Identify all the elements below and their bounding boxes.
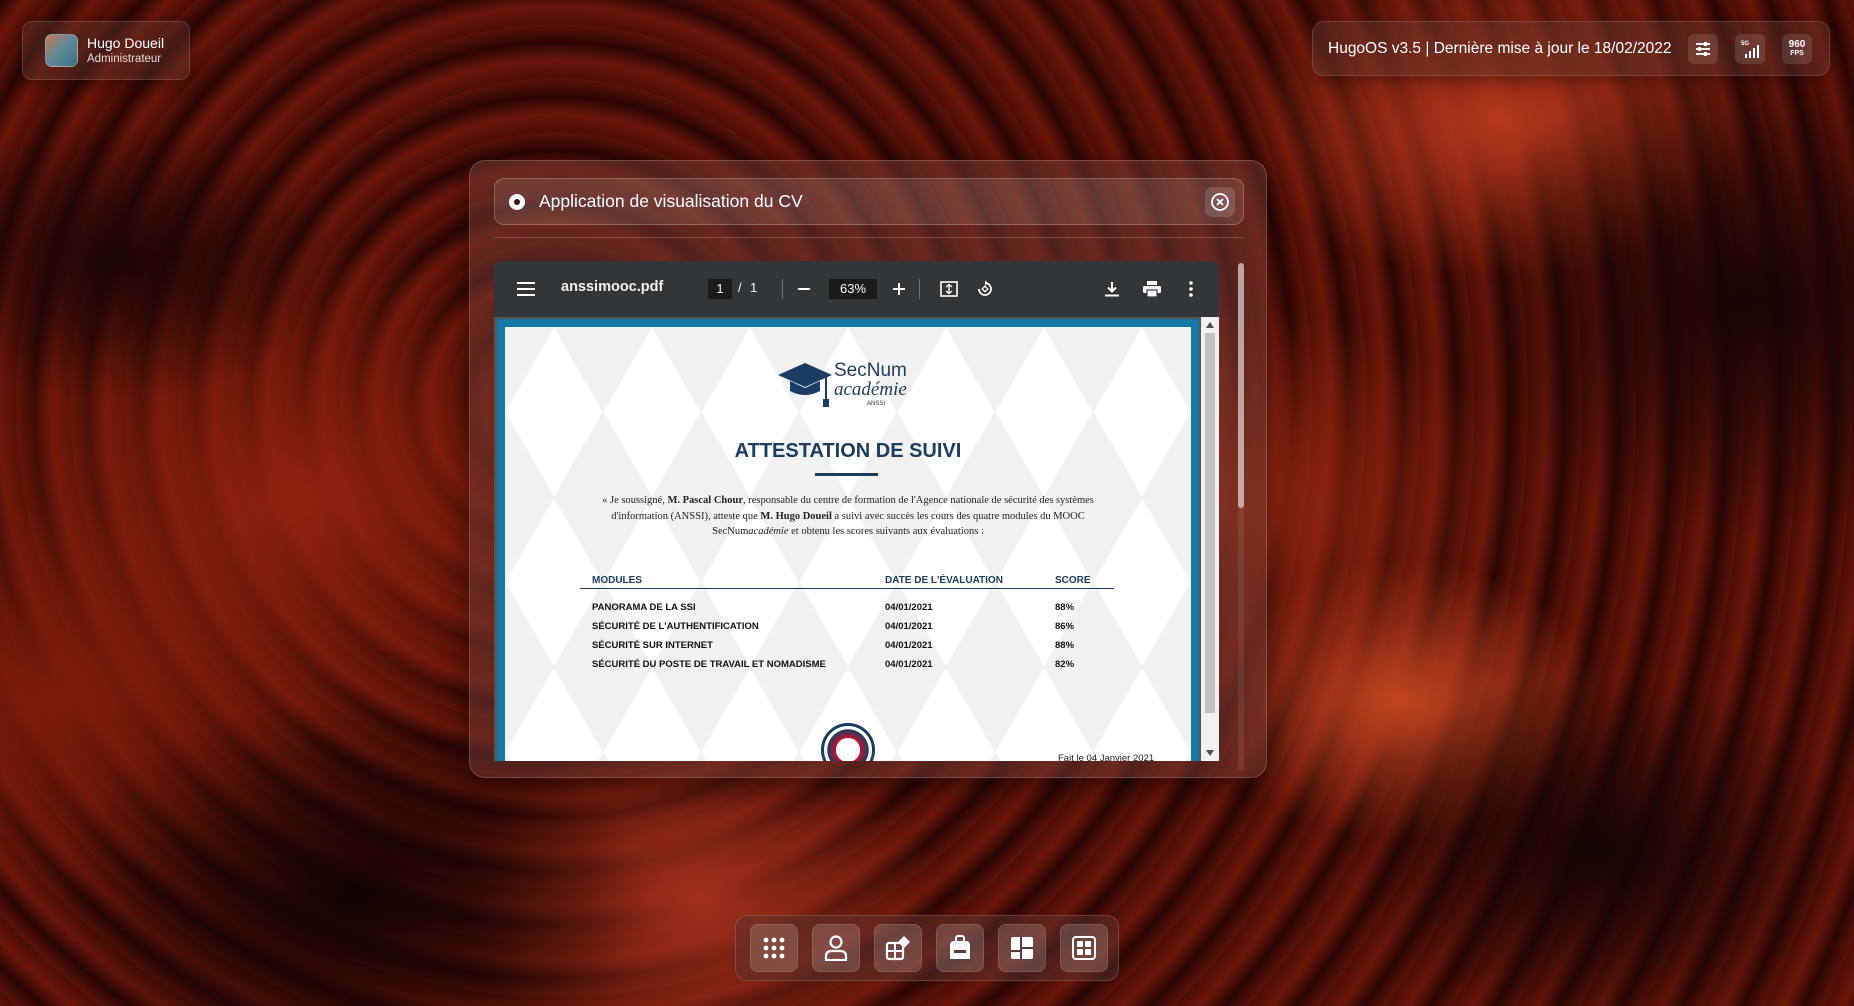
table-row: PANORAMA DE LA SSI 04/01/2021 88% xyxy=(592,602,1075,613)
fps-button[interactable]: 960 FPS xyxy=(1782,33,1812,64)
settings-sliders-button[interactable] xyxy=(1688,33,1718,64)
fps-label: FPS xyxy=(1790,49,1804,57)
apps-grid-icon xyxy=(763,937,785,959)
logo-line2: académie xyxy=(834,379,907,400)
pdf-scrollbar-thumb[interactable] xyxy=(1205,333,1215,713)
download-icon[interactable] xyxy=(1100,277,1124,301)
app-titlebar[interactable]: Application de visualisation du CV xyxy=(494,178,1244,225)
scores-table: MODULES DATE DE L'ÉVALUATION SCORE PANOR… xyxy=(580,569,1114,674)
print-icon[interactable] xyxy=(1140,277,1164,301)
table-row: SÉCURITÉ DU POSTE DE TRAVAIL ET NOMADISM… xyxy=(592,659,1075,670)
dock-profile-button[interactable] xyxy=(812,924,860,972)
projects-icon xyxy=(885,936,910,961)
pdf-scrollbar[interactable] xyxy=(1201,317,1219,761)
signal-icon: 5G xyxy=(1741,40,1759,58)
title-underline xyxy=(815,473,878,476)
user-info: Hugo Doueil Administrateur xyxy=(87,34,164,67)
status-bar: HugoOS v3.5 | Dernière mise à jour le 18… xyxy=(1312,21,1830,76)
table-header: MODULES DATE DE L'ÉVALUATION SCORE xyxy=(580,569,1114,589)
app-icon xyxy=(509,193,525,210)
window-scrollbar-thumb[interactable] xyxy=(1238,263,1244,508)
logo-line3: ANSSI xyxy=(867,401,886,407)
sliders-icon xyxy=(1696,41,1710,56)
pdf-page: SecNum académie ANSSI ATTESTATION DE SUI… xyxy=(497,319,1199,761)
close-button[interactable] xyxy=(1205,186,1235,217)
dock-experience-button[interactable] xyxy=(936,924,984,972)
secnum-logo: SecNum académie ANSSI xyxy=(778,357,928,413)
profile-icon xyxy=(824,935,848,961)
issue-date: Fait le 04 Janvier 2021 xyxy=(1058,753,1155,761)
user-role: Administrateur xyxy=(87,53,162,65)
app-window: Application de visualisation du CV anssi… xyxy=(469,160,1267,778)
table-row: SÉCURITÉ DE L'AUTHENTIFICATION 04/01/202… xyxy=(592,621,1075,632)
dock-widgets-button[interactable] xyxy=(1060,924,1108,972)
app-title: Application de visualisation du CV xyxy=(539,191,803,211)
fit-page-icon[interactable] xyxy=(937,277,961,301)
certificate-title: ATTESTATION DE SUIVI xyxy=(734,440,962,462)
header-score: SCORE xyxy=(1055,575,1091,586)
menu-icon[interactable] xyxy=(514,277,538,301)
graduation-cap-icon xyxy=(778,363,832,407)
avatar xyxy=(45,34,78,67)
fps-indicator: 960 FPS xyxy=(1788,38,1806,58)
anssi-seal xyxy=(821,723,875,761)
layout-icon xyxy=(1011,937,1033,959)
zoom-input[interactable]: 63% xyxy=(829,279,877,299)
dock xyxy=(735,915,1119,981)
pdf-toolbar: anssimooc.pdf 1 / 1 63% xyxy=(494,261,1219,317)
experience-icon xyxy=(950,935,970,959)
scroll-down-arrow[interactable] xyxy=(1206,750,1214,756)
toolbar-divider xyxy=(919,279,920,299)
signature xyxy=(967,757,1017,761)
header-modules: MODULES xyxy=(592,575,642,586)
titlebar-divider xyxy=(494,237,1244,238)
os-version-text: HugoOS v3.5 | Dernière mise à jour le 18… xyxy=(1328,39,1672,57)
pdf-filename: anssimooc.pdf xyxy=(561,279,664,295)
page-separator: / xyxy=(738,280,742,295)
close-icon xyxy=(1211,192,1229,211)
fps-value: 960 xyxy=(1788,38,1806,50)
user-widget[interactable]: Hugo Doueil Administrateur xyxy=(22,21,190,80)
zoom-out-icon[interactable] xyxy=(792,277,816,301)
page-total: 1 xyxy=(750,280,758,295)
certificate-page: SecNum académie ANSSI ATTESTATION DE SUI… xyxy=(505,327,1191,761)
header-date: DATE DE L'ÉVALUATION xyxy=(885,575,1003,586)
certificate-body: « Je soussigné, M. Pascal Chour, respons… xyxy=(602,495,1094,537)
rotate-icon[interactable] xyxy=(973,277,997,301)
user-name: Hugo Doueil xyxy=(87,35,165,51)
dock-projects-button[interactable] xyxy=(874,924,922,972)
widgets-icon xyxy=(1072,936,1096,960)
table-row: SÉCURITÉ SUR INTERNET 04/01/2021 88% xyxy=(592,640,1075,651)
scroll-up-arrow[interactable] xyxy=(1206,322,1214,328)
zoom-in-icon[interactable] xyxy=(887,277,911,301)
page-number-input[interactable]: 1 xyxy=(708,279,732,299)
toolbar-divider xyxy=(782,279,783,299)
more-options-icon[interactable] xyxy=(1179,277,1203,301)
pdf-viewer[interactable]: anssimooc.pdf 1 / 1 63% SecNum académie … xyxy=(494,261,1219,761)
window-scrollbar[interactable] xyxy=(1238,263,1244,771)
network-button[interactable]: 5G xyxy=(1735,33,1765,64)
dock-apps-button[interactable] xyxy=(750,924,798,972)
dock-layout-button[interactable] xyxy=(998,924,1046,972)
